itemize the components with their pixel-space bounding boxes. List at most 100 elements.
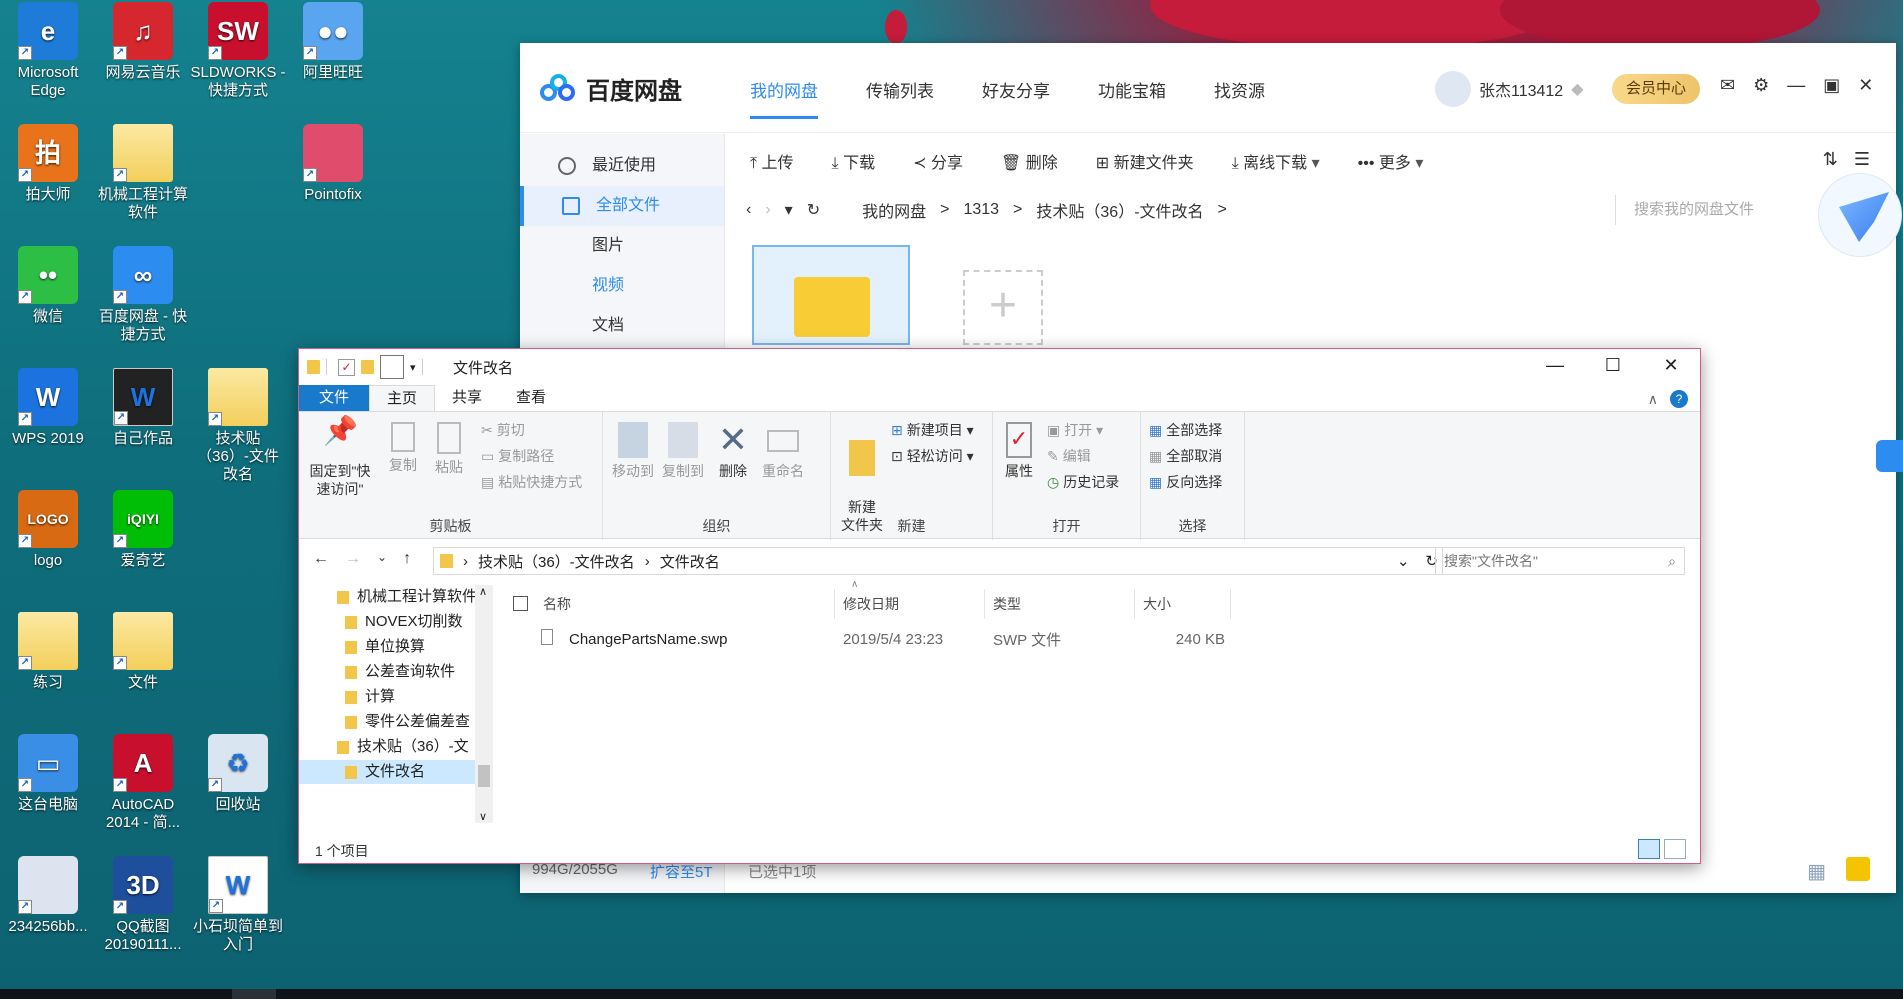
- properties-button[interactable]: ✓ 属性: [999, 422, 1039, 480]
- column-header-name[interactable]: 名称: [535, 589, 835, 619]
- delete-button[interactable]: 🗑 删除: [1001, 149, 1058, 173]
- minimize-button[interactable]: —: [1787, 75, 1805, 96]
- desktop-icon[interactable]: W ↗ 自己作品: [95, 368, 191, 448]
- desktop-icon[interactable]: e ↗ Microsoft Edge: [0, 2, 96, 100]
- maximize-button[interactable]: ▣: [1823, 75, 1840, 96]
- copy-to-button[interactable]: 复制到: [661, 422, 705, 480]
- desktop-icon[interactable]: ∞ ↗ 百度网盘 - 快捷方式: [95, 246, 191, 344]
- desktop-icon[interactable]: •• ↗ 微信: [0, 246, 96, 326]
- desktop-icon[interactable]: W ↗ WPS 2019: [0, 368, 96, 448]
- desktop-icon[interactable]: ↗ 文件: [95, 612, 191, 692]
- sidebar-item-docs[interactable]: 文档: [520, 306, 724, 346]
- help-icon[interactable]: ?: [1670, 390, 1688, 408]
- address-segment[interactable]: 技术贴（36）-文件改名: [478, 551, 635, 572]
- large-icons-view-icon[interactable]: [1664, 839, 1686, 859]
- baidu-edge-badge-icon[interactable]: [1876, 440, 1903, 472]
- upload-button[interactable]: ⤒ 上传: [750, 149, 794, 173]
- tab-view[interactable]: 查看: [499, 385, 563, 411]
- invert-selection-button[interactable]: ▦ 反向选择: [1149, 472, 1222, 492]
- baidu-user[interactable]: 张杰113412 ◆: [1435, 71, 1584, 107]
- sort-icon[interactable]: ⇅: [1823, 149, 1838, 170]
- desktop-icon[interactable]: ●● ↗ 阿里旺旺: [285, 2, 381, 82]
- select-none-button[interactable]: ▦ 全部取消: [1149, 446, 1222, 466]
- easy-access-button[interactable]: ⊡ 轻松访问 ▾: [891, 446, 974, 466]
- select-all-button[interactable]: ▦ 全部选择: [1149, 420, 1222, 440]
- desktop-icon[interactable]: 3D ↗ QQ截图20190111...: [95, 856, 191, 954]
- share-button[interactable]: ≺ 分享: [913, 149, 963, 173]
- back-icon[interactable]: ←: [313, 550, 329, 568]
- offline-download-button[interactable]: ⤓ 离线下载 ▾: [1232, 149, 1320, 173]
- refresh-icon[interactable]: ↻: [807, 200, 820, 220]
- breadcrumb-item[interactable]: 1313: [963, 201, 999, 219]
- list-view-icon[interactable]: ☰: [1854, 149, 1870, 170]
- new-item-button[interactable]: +: [963, 270, 1043, 345]
- up-icon[interactable]: ↑: [403, 550, 411, 568]
- qat-box-icon[interactable]: [380, 355, 404, 379]
- cut-button[interactable]: ✂ 剪切: [481, 420, 525, 440]
- desktop-icon[interactable]: ↗ 技术贴（36）-文件改名: [190, 368, 286, 484]
- nav-tree-item[interactable]: 机械工程计算软件: [337, 585, 477, 609]
- pin-quick-access-button[interactable]: 📌 固定到"快速访问": [307, 417, 373, 498]
- copy-path-button[interactable]: ▭ 复制路径: [481, 446, 554, 466]
- nav-tree-item[interactable]: 零件公差偏差查: [345, 710, 477, 734]
- details-view-icon[interactable]: [1638, 839, 1660, 859]
- desktop-icon[interactable]: ↗ Pointofix: [285, 124, 381, 204]
- tab-friend-share[interactable]: 好友分享: [982, 77, 1050, 119]
- close-button[interactable]: ✕: [1858, 75, 1873, 96]
- desktop-icon[interactable]: W ↗ 小石坝简单到入门: [190, 856, 286, 954]
- address-segment[interactable]: 文件改名: [660, 551, 720, 572]
- desktop-icon[interactable]: 拍 ↗ 拍大师: [0, 124, 96, 204]
- history-button[interactable]: ◷ 历史记录: [1047, 472, 1119, 492]
- qat-dropdown-icon[interactable]: ▾: [410, 361, 416, 374]
- tab-my-disk[interactable]: 我的网盘: [750, 77, 818, 119]
- edit-button[interactable]: ✎ 编辑: [1047, 446, 1091, 466]
- close-button[interactable]: ✕: [1642, 349, 1700, 381]
- avatar[interactable]: [1435, 71, 1471, 107]
- mail-icon[interactable]: ✉: [1720, 75, 1735, 96]
- select-all-checkbox[interactable]: [495, 589, 535, 619]
- nav-tree-item[interactable]: 技术贴（36）-文: [337, 735, 477, 759]
- scrollbar-thumb[interactable]: [478, 765, 490, 787]
- desktop-icon[interactable]: A ↗ AutoCAD 2014 - 简...: [95, 734, 191, 832]
- download-button[interactable]: ⤓ 下载: [832, 149, 876, 173]
- copy-button[interactable]: 复制: [383, 422, 423, 474]
- paste-shortcut-button[interactable]: ▤ 粘贴快捷方式: [481, 472, 582, 492]
- open-button[interactable]: ▣ 打开 ▾: [1047, 420, 1103, 440]
- history-dropdown-icon[interactable]: ▾: [785, 200, 793, 220]
- breadcrumb-item[interactable]: 技术贴（36）-文件改名: [1036, 198, 1203, 222]
- column-header-type[interactable]: 类型: [985, 589, 1135, 619]
- maximize-button[interactable]: ☐: [1584, 349, 1642, 381]
- tab-toolbox[interactable]: 功能宝箱: [1098, 77, 1166, 119]
- desktop-icon[interactable]: ↗ 机械工程计算软件: [95, 124, 191, 222]
- tab-find-resources[interactable]: 找资源: [1214, 77, 1265, 119]
- rename-button[interactable]: 重命名: [759, 422, 807, 480]
- forward-icon[interactable]: →: [345, 550, 361, 568]
- tab-home[interactable]: 主页: [369, 385, 436, 411]
- folder-tile[interactable]: [752, 245, 910, 345]
- address-bar[interactable]: › 技术贴（36）-文件改名 › 文件改名 ⌄ ↻: [433, 547, 1443, 575]
- new-item-button[interactable]: ⊞ 新建项目 ▾: [891, 420, 974, 440]
- desktop-icon[interactable]: ♫ ↗ 网易云音乐: [95, 2, 191, 82]
- delete-button[interactable]: ✕ 删除: [713, 422, 753, 480]
- grid-view-icon[interactable]: ▦: [1807, 859, 1826, 884]
- new-folder-qat-icon[interactable]: [361, 360, 374, 374]
- address-dropdown-icon[interactable]: ⌄: [1397, 552, 1410, 570]
- sidebar-item-images[interactable]: 图片: [520, 226, 724, 266]
- desktop-icon[interactable]: ▭ ↗ 这台电脑: [0, 734, 96, 814]
- desktop-icon[interactable]: ↗ 234256bb...: [0, 856, 96, 936]
- nav-tree-item[interactable]: 计算: [345, 685, 477, 709]
- baidu-search-input[interactable]: 搜索我的网盘文件: [1615, 195, 1835, 225]
- forward-icon[interactable]: ›: [765, 201, 770, 219]
- sidebar-item-recent[interactable]: 最近使用: [520, 146, 724, 186]
- taskbar-button[interactable]: [232, 989, 276, 999]
- tab-file[interactable]: 文件: [299, 385, 370, 411]
- column-header-size[interactable]: 大小: [1135, 589, 1231, 619]
- properties-qat-icon[interactable]: ✓: [338, 358, 355, 376]
- desktop-icon[interactable]: ♻ ↗ 回收站: [190, 734, 286, 814]
- nav-tree-item[interactable]: 公差查询软件: [345, 660, 477, 684]
- desktop-icon[interactable]: ↗ 练习: [0, 612, 96, 692]
- search-input[interactable]: 搜索"文件改名" ⌕: [1435, 547, 1685, 575]
- expand-storage-link[interactable]: 扩容至5T: [650, 861, 713, 882]
- column-header-date[interactable]: 修改日期: [835, 589, 985, 619]
- upload-floating-icon[interactable]: [1846, 857, 1870, 881]
